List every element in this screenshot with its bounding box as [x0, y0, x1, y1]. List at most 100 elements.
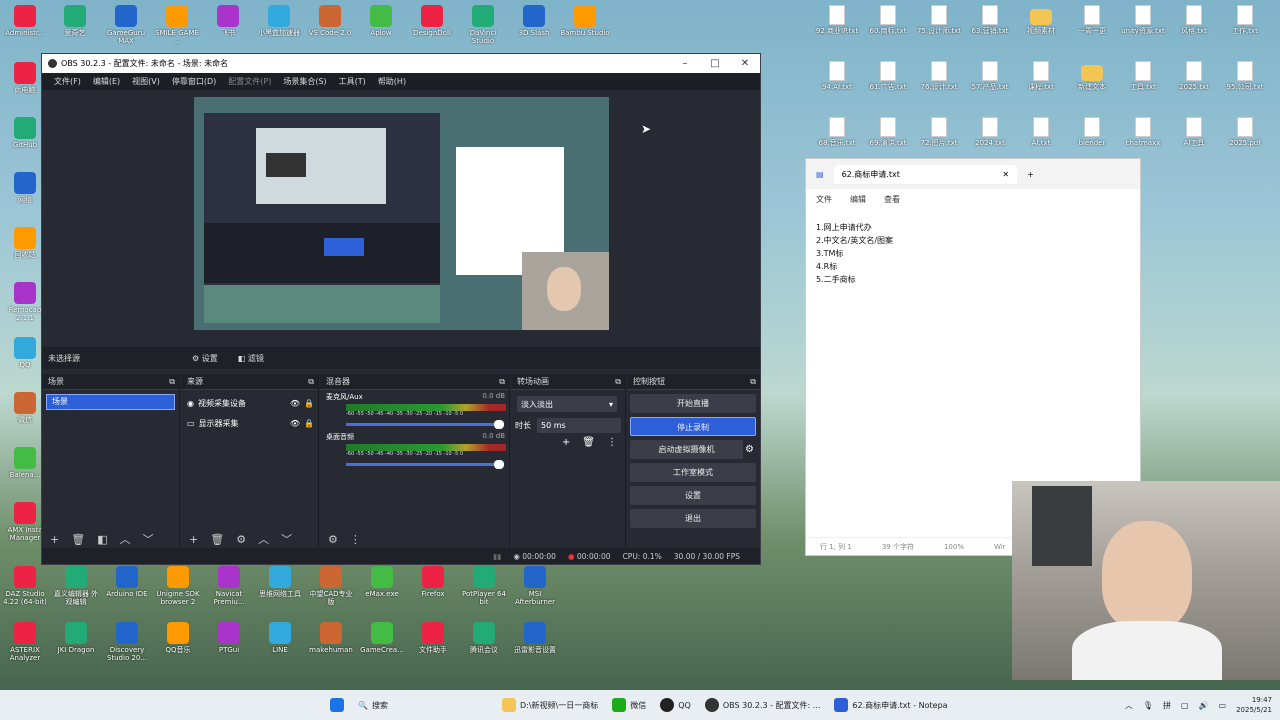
desktop-icon[interactable]: 一周一更	[1067, 5, 1117, 35]
move-up-icon[interactable]: ︿	[120, 531, 131, 547]
desktop-icon[interactable]: 57.产品.txt	[965, 61, 1015, 91]
studio-mode-button[interactable]: 工作室模式	[630, 463, 756, 482]
desktop-icon[interactable]: 工作.txt	[1220, 5, 1270, 35]
new-tab-icon[interactable]: +	[1027, 170, 1034, 179]
desktop-icon[interactable]: blender	[1067, 117, 1117, 147]
menu-help[interactable]: 帮助(H)	[372, 76, 412, 87]
remove-scene-icon[interactable]: 🗑	[71, 533, 85, 546]
menu-docks[interactable]: 停靠窗口(D)	[166, 76, 222, 87]
move-down-icon[interactable]: ﹀	[143, 531, 154, 547]
desktop-icon[interactable]: 课程.txt	[1016, 61, 1066, 91]
filters-button[interactable]: ◧ 滤镜	[238, 353, 264, 364]
desktop-icon[interactable]: MSI Afterburner	[510, 566, 560, 606]
desktop-icon[interactable]: 风格.txt	[1169, 5, 1219, 35]
input-method[interactable]: 拼	[1163, 700, 1171, 711]
desktop-icon[interactable]: SMILE GAME ...	[152, 5, 202, 45]
desktop-icon[interactable]: 嘉义编辑器 外观编辑	[51, 566, 101, 606]
clock[interactable]: 19:47 2025/5/21	[1236, 695, 1272, 715]
taskbar-qq[interactable]: QQ	[660, 698, 691, 712]
transition-select[interactable]: 淡入淡出 ▾	[517, 396, 617, 412]
desktop-icon[interactable]: 2025.txt	[1169, 61, 1219, 91]
desktop-icon[interactable]: Aplow	[356, 5, 406, 37]
desktop-icon[interactable]: makehuman	[306, 622, 356, 654]
desktop-icon[interactable]: 爱奇艺	[50, 5, 100, 37]
mixer-menu-icon[interactable]: ⋮	[350, 533, 361, 546]
desktop-icon[interactable]: 视频素材	[1016, 5, 1066, 35]
taskbar-search[interactable]: 🔍 搜索	[358, 700, 488, 711]
desktop-icon[interactable]: 63.营销.txt	[965, 5, 1015, 35]
preview-canvas[interactable]	[194, 97, 609, 330]
menu-profile[interactable]: 配置文件(P)	[222, 76, 277, 87]
stop-recording-button[interactable]: 停止录制	[630, 417, 756, 436]
menu-tools[interactable]: 工具(T)	[333, 76, 372, 87]
desktop-icon[interactable]: 95.公司.txt	[1220, 61, 1270, 91]
np-menu-file[interactable]: 文件	[816, 194, 832, 205]
maximize-button[interactable]: □	[700, 58, 730, 69]
desktop-icon[interactable]: 60.商标.txt	[863, 5, 913, 35]
desktop-icon[interactable]: AI.txt	[1016, 117, 1066, 147]
start-streaming-button[interactable]: 开始直播	[630, 394, 756, 413]
desktop-icon[interactable]: PotPlayer 64 bit	[459, 566, 509, 606]
desktop-icon[interactable]: DaVinci Studio	[458, 5, 508, 45]
transition-menu-icon[interactable]: ⋮	[607, 437, 617, 448]
desktop-icon[interactable]: LINE	[255, 622, 305, 654]
notepad-tab[interactable]: 62.商标申请.txt ✕	[833, 164, 1018, 184]
source-item[interactable]: ◉ 视频采集设备 👁 🔒	[187, 396, 314, 410]
windows-start-icon[interactable]	[330, 698, 344, 712]
desktop-icon[interactable]: GameGuru MAX	[101, 5, 151, 45]
desktop-icon[interactable]: 92.商业IP.txt	[812, 5, 862, 35]
undock-icon[interactable]: ⧉	[615, 377, 621, 387]
exit-button[interactable]: 退出	[630, 509, 756, 528]
close-button[interactable]: ✕	[730, 58, 760, 69]
desktop-icon[interactable]: Firefox	[408, 566, 458, 598]
start-virtual-camera-button[interactable]: 启动虚拟摄像机	[630, 440, 744, 459]
desktop-icon[interactable]: 69.演讲.txt	[863, 117, 913, 147]
desktop-icon[interactable]: Discovery Studio 20...	[102, 622, 152, 662]
desktop-icon[interactable]: 新建文本	[1067, 61, 1117, 91]
desktop-icon[interactable]: 76.设计.txt	[914, 61, 964, 91]
properties-button[interactable]: ⚙ 设置	[192, 353, 218, 364]
desktop-icon[interactable]: 迅雷影音设置	[510, 622, 560, 654]
desktop-icon[interactable]: 中望CAD专业版	[306, 566, 356, 606]
slider-knob[interactable]	[494, 460, 504, 469]
undock-icon[interactable]: ⧉	[750, 377, 756, 387]
desktop-icon[interactable]: 小黑盒加速器	[254, 5, 304, 37]
advanced-audio-icon[interactable]: ⚙	[328, 533, 338, 546]
desktop-icon[interactable]: 腾讯会议	[459, 622, 509, 654]
duration-input[interactable]: 50 ms	[537, 418, 621, 433]
desktop-icon[interactable]: chatmaxx	[1118, 117, 1168, 147]
desktop-icon[interactable]: JKI Dragon	[51, 622, 101, 654]
add-source-icon[interactable]: +	[189, 533, 198, 546]
desktop-icon[interactable]: 2025.pdf	[1220, 117, 1270, 147]
lock-icon[interactable]: 🔒	[304, 419, 314, 428]
desktop-icon[interactable]: ASTERIX Analyzer	[0, 622, 50, 662]
desktop-icon[interactable]: PTGui	[204, 622, 254, 654]
desktop-icon[interactable]: Arduino IDE	[102, 566, 152, 598]
undock-icon[interactable]: ⧉	[308, 377, 314, 387]
desktop-icon[interactable]: 61.广告.txt	[863, 61, 913, 91]
menu-edit[interactable]: 编辑(E)	[87, 76, 126, 87]
taskbar-notepad[interactable]: 62.商标申请.txt - Notepa	[834, 698, 948, 712]
np-menu-edit[interactable]: 编辑	[850, 194, 866, 205]
lock-icon[interactable]: 🔒	[304, 399, 314, 408]
menu-view[interactable]: 视图(V)	[126, 76, 166, 87]
add-scene-icon[interactable]: +	[50, 533, 59, 546]
desktop-icon[interactable]: 思维网络工具	[255, 566, 305, 598]
minimize-button[interactable]: –	[670, 58, 700, 69]
move-up-icon[interactable]: ︿	[258, 531, 269, 547]
desktop-icon[interactable]: 2024.txt	[965, 117, 1015, 147]
virtual-camera-settings-icon[interactable]: ⚙	[745, 444, 754, 455]
desktop-icon[interactable]: 文件助手	[408, 622, 458, 654]
eye-icon[interactable]: 👁	[290, 419, 300, 428]
desktop-icon[interactable]: Administr...	[0, 5, 50, 37]
np-menu-view[interactable]: 查看	[884, 194, 900, 205]
scene-item[interactable]: 场景	[46, 394, 175, 410]
network-icon[interactable]: ▢	[1181, 701, 1189, 710]
desktop-icon[interactable]: 飞书	[203, 5, 253, 37]
taskbar-obs[interactable]: OBS 30.2.3 - 配置文件: ...	[704, 698, 820, 712]
tray-chevron-icon[interactable]: ︿	[1125, 700, 1133, 711]
desktop-icon[interactable]: Unigine SDK browser 2	[153, 566, 203, 606]
desktop-icon[interactable]: 68.音乐.txt	[812, 117, 862, 147]
desktop-icon[interactable]: 72.图片.txt	[914, 117, 964, 147]
undock-icon[interactable]: ⧉	[499, 377, 505, 387]
